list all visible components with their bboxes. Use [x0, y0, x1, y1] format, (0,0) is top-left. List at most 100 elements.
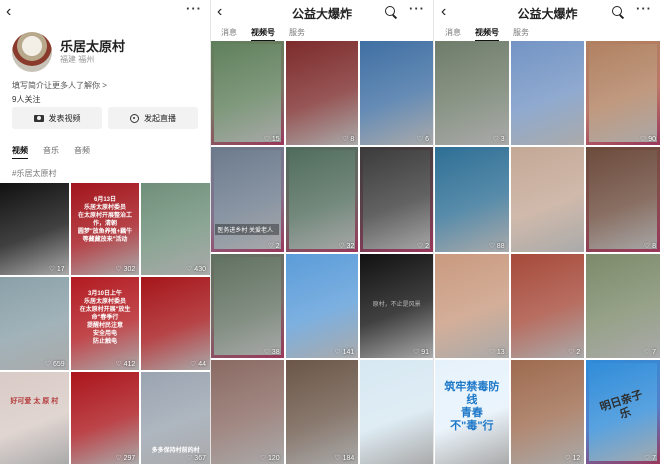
video-thumbnail[interactable]: ♡ 430	[141, 183, 210, 276]
like-count: ♡ 17	[49, 266, 65, 273]
tab-video[interactable]: 视频	[12, 145, 28, 159]
channel-topbar: ‹ 公益大爆炸 ···	[211, 0, 433, 26]
like-count: ♡ 91	[413, 349, 429, 356]
video-thumbnail[interactable]: ♡ 8	[586, 147, 660, 252]
cover-text: 好可爱 太 原 村	[10, 397, 59, 405]
video-cover	[141, 277, 210, 370]
like-count: ♡ 302	[115, 266, 135, 273]
tab-channels[interactable]: 视频号	[251, 27, 275, 41]
video-thumbnail[interactable]: 6月13日 乐居太原村委员 在太原村开展整治工作，清朝 圆梦"放鱼养殖+藕牛等藏…	[70, 183, 140, 276]
heart-icon: ♡	[189, 360, 197, 368]
video-thumbnail[interactable]: ♡ 8	[285, 41, 359, 146]
more-dots-icon[interactable]: ···	[409, 1, 425, 16]
video-cover	[510, 253, 585, 358]
cover-caption: 医务进乡村 关爱老人	[215, 223, 280, 235]
heart-icon: ♡	[342, 136, 349, 144]
channel-title: 公益大爆炸	[517, 7, 578, 21]
search-icon[interactable]	[385, 6, 397, 18]
heart-icon: ♡	[259, 455, 266, 462]
video-thumbnail[interactable]: ♡ 3	[435, 41, 509, 146]
like-count-value: 297	[123, 455, 136, 462]
video-cover	[435, 147, 509, 252]
like-count-value: 2	[425, 242, 429, 250]
like-count: ♡ 2	[267, 243, 279, 250]
publish-video-label: 发表视频	[48, 113, 81, 123]
video-thumbnail[interactable]: ♡ 297	[70, 371, 140, 464]
video-thumbnail[interactable]: ♡ 17	[0, 183, 69, 276]
video-cover	[360, 41, 433, 146]
video-thumbnail[interactable]: ♡ 12	[510, 359, 585, 464]
more-dots-icon[interactable]: ···	[186, 1, 202, 16]
heart-icon: ♡	[334, 348, 341, 356]
channel-screen-2: ‹ 公益大爆炸 ··· 消息 视频号 服务 ♡ 3 ♡ 90 ♡ 88 ♡ 8 ♡ 13 ♡ 2 ♡ 7 筑…	[435, 0, 660, 464]
video-thumbnail[interactable]: ♡ 7	[586, 253, 660, 358]
followers-count[interactable]: 9人关注	[12, 94, 40, 105]
channel-video-grid: ♡ 15 ♡ 8 ♡ 6 医务进乡村 关爱老人 ♡ 2 ♡ 32 ♡ 2 ♡ 38 ♡ 141 原村，不止是风景 ♡…	[211, 41, 433, 464]
tab-channels[interactable]: 视频号	[475, 27, 499, 41]
tab-messages[interactable]: 消息	[221, 27, 237, 41]
video-thumbnail[interactable]: ♡ 32	[285, 147, 359, 252]
like-count: ♡ 2	[417, 243, 429, 250]
like-count-value: 7	[652, 455, 656, 462]
channel-tabs: 消息 视频号 服务	[445, 27, 529, 41]
video-thumbnail[interactable]: ♡ 120	[211, 359, 284, 464]
video-thumbnail[interactable]	[510, 147, 585, 252]
start-live-button[interactable]: 发起直播	[108, 107, 198, 129]
more-dots-icon[interactable]: ···	[636, 1, 652, 16]
live-icon	[130, 113, 139, 123]
video-thumbnail[interactable]: 3月10日上午 乐居太原村委员 在太原村开展"放生命"春季行 提醒村民注意 安全…	[70, 277, 140, 370]
tab-services[interactable]: 服务	[289, 27, 305, 41]
video-thumbnail[interactable]: ♡ 6	[360, 41, 433, 146]
profile-topbar: ‹ ···	[0, 0, 210, 26]
heart-icon: ♡	[568, 348, 575, 356]
like-count-value: 7	[652, 348, 656, 356]
video-thumbnail[interactable]: 筑牢禁毒防线 青春不"毒"行	[435, 359, 509, 464]
search-icon[interactable]	[612, 6, 624, 18]
video-thumbnail[interactable]: ♡ 2	[360, 147, 433, 252]
video-thumbnail[interactable]	[360, 359, 433, 464]
video-cover	[285, 147, 359, 252]
video-thumbnail[interactable]: ♡ 90	[586, 41, 660, 146]
tab-services[interactable]: 服务	[513, 27, 529, 41]
video-cover	[586, 253, 660, 358]
video-thumbnail[interactable]: ♡ 13	[435, 253, 509, 358]
video-thumbnail[interactable]: ♡ 659	[0, 277, 69, 370]
like-count: ♡ 90	[640, 136, 656, 143]
video-thumbnail[interactable]: ♡ 88	[435, 147, 509, 252]
video-cover	[0, 371, 69, 464]
intro-prompt-link[interactable]: 填写简介让更多人了解你 >	[12, 80, 107, 91]
heart-icon: ♡	[488, 242, 495, 250]
like-count-value: 367	[194, 455, 206, 462]
video-thumbnail[interactable]: 好可爱 太 原 村	[0, 371, 69, 464]
video-cover	[211, 253, 284, 358]
hashtag-label[interactable]: #乐居太原村	[12, 168, 56, 179]
like-count: ♡ 412	[115, 361, 135, 368]
video-cover	[211, 147, 284, 252]
video-thumbnail[interactable]: 明日亲子乐 ♡ 7	[586, 359, 660, 464]
like-count: ♡ 7	[644, 455, 656, 462]
tab-music[interactable]: 音乐	[43, 145, 59, 159]
video-thumbnail[interactable]: ♡ 44	[141, 277, 210, 370]
heart-icon: ♡	[643, 348, 651, 356]
like-count-value: 13	[496, 348, 505, 356]
avatar[interactable]	[12, 32, 52, 72]
video-thumbnail[interactable]: ♡ 2	[510, 253, 585, 358]
video-thumbnail[interactable]: ♡ 38	[211, 253, 284, 358]
chevron-left-icon[interactable]: ‹	[6, 3, 11, 21]
heart-icon: ♡	[412, 348, 420, 356]
video-thumbnail[interactable]: 原村，不止是风景 ♡ 91	[360, 253, 433, 358]
publish-video-button[interactable]: 发表视频	[12, 107, 102, 129]
video-thumbnail[interactable]: 多多保持村前的村 ♡ 367	[141, 371, 210, 464]
cover-text: 6月13日 乐居太原村委员 在太原村开展整治工作，清朝 圆梦"放鱼养殖+藕牛等藏…	[77, 196, 133, 243]
video-thumbnail[interactable]: ♡ 15	[211, 41, 284, 146]
tab-audio[interactable]: 音频	[74, 145, 90, 159]
video-thumbnail[interactable]: 医务进乡村 关爱老人 ♡ 2	[211, 147, 284, 252]
tab-messages[interactable]: 消息	[445, 27, 461, 41]
heart-icon: ♡	[115, 266, 122, 274]
video-thumbnail[interactable]: ♡ 141	[285, 253, 359, 358]
video-thumbnail[interactable]: ♡ 184	[285, 359, 359, 464]
channel-title: 公益大爆炸	[291, 7, 352, 21]
video-cover	[435, 41, 509, 146]
video-thumbnail[interactable]	[510, 41, 585, 146]
like-count-value: 302	[123, 266, 136, 274]
